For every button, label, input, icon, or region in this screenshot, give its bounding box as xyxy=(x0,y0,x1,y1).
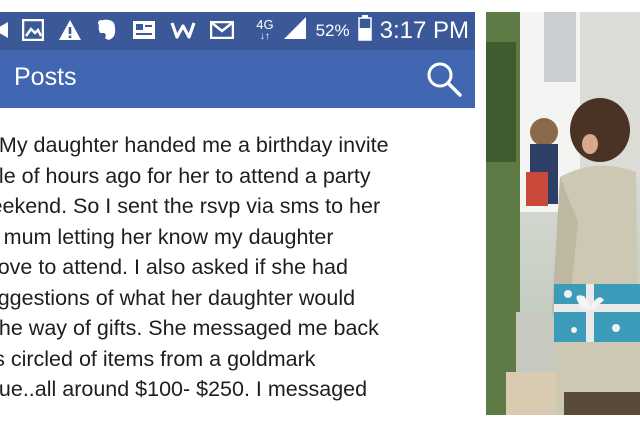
evernote-icon xyxy=(96,18,118,47)
post-text-line: res circled of items from a goldmark xyxy=(0,346,316,371)
post-text-line: n the way of gifts. She messaged me back xyxy=(0,316,379,340)
search-icon[interactable] xyxy=(425,60,463,98)
post-text-line: weekend. So I sent the rsvp via sms to h… xyxy=(0,194,381,218)
phone-screenshot: 4G ↓↑ 52% 3:17 PM Posts o! My daughter h… xyxy=(0,12,475,415)
page-title: Posts xyxy=(14,63,77,91)
clock: 3:17 PM xyxy=(379,16,469,44)
battery-percent: 52% xyxy=(315,20,350,40)
post-text-line: suggestions of what her daughter would xyxy=(0,285,356,310)
network-activity-icon: ↓↑ xyxy=(259,30,270,42)
post-text-line: ogue..all around $100- $250. I messaged xyxy=(0,377,368,401)
status-indicators: 4G ↓↑ 52% 3:17 PM xyxy=(256,15,469,46)
gmail-icon xyxy=(209,20,235,44)
post-text-line: o! My daughter handed me a birthday invi… xyxy=(0,133,389,157)
battery-icon xyxy=(357,15,372,46)
w-app-icon xyxy=(170,20,196,45)
signal-icon xyxy=(282,16,308,45)
post-text-line: d love to attend. I also asked if she ha… xyxy=(0,255,348,279)
post-text-line: uple of hours ago for her to attend a pa… xyxy=(0,163,371,188)
post-body: o! My daughter handed me a birthday invi… xyxy=(0,130,475,405)
app-bar: Posts xyxy=(0,50,475,108)
post-text-line: ds mum letting her know my daughter xyxy=(0,224,334,249)
child-with-gift-photo xyxy=(486,12,640,415)
status-bar: 4G ↓↑ 52% 3:17 PM xyxy=(0,12,475,50)
news-icon xyxy=(132,20,156,45)
warning-icon xyxy=(58,19,82,46)
network-label: 4G xyxy=(256,16,274,32)
network-type: 4G ↓↑ xyxy=(256,16,274,43)
notification-icons xyxy=(0,18,235,47)
notification-icon xyxy=(0,19,8,46)
gallery-icon xyxy=(21,18,45,46)
